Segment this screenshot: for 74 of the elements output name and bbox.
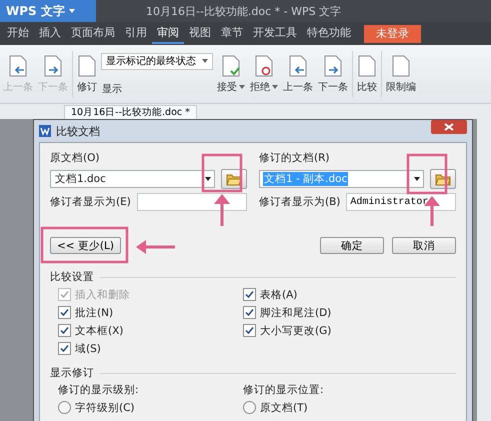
ok-button[interactable]: 确定	[320, 237, 384, 254]
checkbox[interactable]	[58, 324, 71, 337]
app-menu-button[interactable]: WPS 文字	[0, 0, 96, 22]
group-label: 修订的显示级别:	[58, 383, 140, 397]
document-icon	[8, 54, 28, 76]
menu-tab[interactable]: 视图	[184, 23, 216, 44]
checkbox-option[interactable]: 域(S)	[58, 341, 243, 356]
checkbox[interactable]	[243, 306, 256, 319]
menu-tab[interactable]: 开始	[2, 23, 34, 44]
checkbox-option[interactable]: 脚注和尾注(D)	[243, 305, 456, 320]
cancel-button[interactable]: 取消	[392, 237, 456, 254]
radio-button[interactable]	[58, 401, 71, 414]
checkbox[interactable]	[58, 306, 71, 319]
document-icon	[323, 54, 343, 76]
document-icon	[288, 54, 308, 76]
revise-button[interactable]: 修订	[76, 54, 98, 94]
close-icon[interactable]	[431, 120, 467, 134]
checkbox-option[interactable]: 大小写更改(G)	[243, 323, 456, 338]
group-label: 修订的显示位置:	[243, 383, 325, 397]
reviewer-input-field[interactable]: Administrator	[346, 193, 456, 211]
caret-icon	[205, 177, 211, 181]
caret-icon	[202, 59, 208, 63]
ribbon-button[interactable]: 接受	[216, 54, 246, 94]
document-icon	[254, 54, 274, 76]
highlight-frame	[202, 154, 242, 192]
document-icon	[221, 54, 241, 76]
checkbox-option[interactable]: 表格(A)	[243, 287, 456, 302]
menu-tab[interactable]: 特色功能	[302, 23, 356, 44]
menu-tab[interactable]: 插入	[34, 23, 66, 44]
document-icon	[43, 54, 63, 76]
scrollbar[interactable]	[477, 119, 491, 421]
document-tab[interactable]: 10月16日--比较功能.doc *	[64, 104, 197, 118]
field-label: 修订者显示为(E)	[50, 195, 131, 209]
restrict-button[interactable]: 限制编	[385, 54, 417, 94]
show-button[interactable]: 显示	[101, 82, 123, 96]
checkbox-option[interactable]: 批注(N)	[58, 305, 243, 320]
folder-icon	[226, 172, 242, 186]
caret-icon	[239, 84, 245, 88]
window-title: 10月16日--比较功能.doc * - WPS 文字	[146, 4, 342, 18]
markup-dropdown[interactable]: 显示标记的最终状态	[101, 52, 213, 70]
app-logo-icon	[39, 125, 51, 137]
original-document-dropdown[interactable]: 文档1.doc	[50, 170, 215, 188]
document-icon	[357, 54, 377, 76]
pointer-arrow	[136, 240, 175, 254]
checkbox-option[interactable]: 文本框(X)	[58, 323, 243, 338]
caret-icon	[68, 9, 75, 13]
menu-tab[interactable]: 页面布局	[66, 23, 120, 44]
ribbon-button[interactable]: 拒绝	[249, 54, 279, 94]
ribbon-button[interactable]: 下一条	[317, 54, 349, 94]
radio-option[interactable]: 字符级别(C)	[58, 400, 243, 415]
section-title: 比较设置	[50, 270, 94, 284]
section-title: 显示修订	[50, 366, 94, 380]
menu-tab[interactable]: 引用	[120, 23, 152, 44]
document-icon	[77, 54, 97, 76]
radio-option[interactable]: 原文档(T)	[243, 400, 456, 415]
menu-tab[interactable]: 开发工具	[248, 23, 302, 44]
ribbon-button[interactable]: 上一条	[282, 54, 314, 94]
radio-button[interactable]	[243, 401, 256, 414]
caret-icon	[414, 177, 420, 181]
reviewer-input-field[interactable]	[136, 193, 247, 211]
pointer-arrow	[214, 194, 230, 226]
field-label: 修订的文档(R)	[259, 151, 330, 165]
highlight-frame	[406, 154, 448, 194]
compare-button[interactable]: 比较	[356, 54, 378, 94]
checkbox[interactable]	[243, 288, 256, 301]
menu-tab[interactable]: 章节	[216, 23, 248, 44]
caret-icon	[272, 84, 278, 88]
dialog-title: 比较文档	[56, 124, 100, 138]
checkbox[interactable]	[243, 324, 256, 337]
field-label: 原文档(O)	[50, 151, 100, 165]
document-icon	[391, 54, 411, 76]
field-label: 修订者显示为(B)	[259, 195, 340, 209]
less-button[interactable]: << 更少(L)	[50, 237, 121, 254]
checkbox[interactable]	[58, 342, 71, 355]
